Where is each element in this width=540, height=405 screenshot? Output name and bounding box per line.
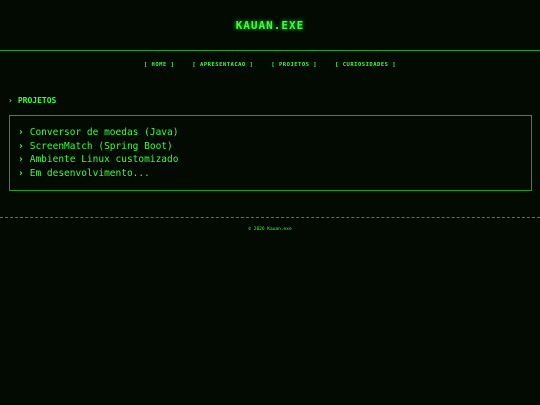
project-label: ScreenMatch (Spring Boot) (29, 140, 173, 152)
site-title: KAUAN.EXE (235, 18, 305, 32)
section-title: PROJETOS (17, 96, 57, 105)
project-label: Conversor de moedas (Java) (29, 127, 179, 138)
list-item: › Em desenvolvimento... (18, 167, 531, 181)
main-nav: [ HOME ] [ APRESENTACAO ] [ PROJETOS ] [… (0, 62, 540, 68)
site-header: KAUAN.EXE (0, 0, 540, 51)
nav-projetos[interactable]: [ PROJETOS ] (271, 62, 317, 68)
footer-divider (0, 217, 540, 218)
list-item: › ScreenMatch (Spring Boot) (18, 140, 531, 154)
chevron-right-icon: › (18, 140, 24, 152)
chevron-right-icon: › (18, 154, 24, 165)
projects-list: › Conversor de moedas (Java) › ScreenMat… (9, 115, 532, 191)
section-heading: › PROJETOS (8, 96, 540, 105)
project-label: Ambiente Linux customizado (29, 154, 179, 165)
list-item: › Ambiente Linux customizado (18, 153, 531, 167)
footer-copyright: © 2026 Kauan.exe (248, 227, 292, 232)
list-item: › Conversor de moedas (Java) (18, 126, 531, 140)
chevron-right-icon: › (18, 167, 24, 179)
nav-home[interactable]: [ HOME ] (144, 62, 175, 68)
chevron-right-icon: › (18, 127, 24, 138)
project-label: Em desenvolvimento... (29, 167, 150, 179)
nav-apresentacao[interactable]: [ APRESENTACAO ] (192, 62, 253, 68)
chevron-right-icon: › (8, 96, 13, 105)
nav-curiosidades[interactable]: [ CURIOSIDADES ] (335, 62, 396, 68)
